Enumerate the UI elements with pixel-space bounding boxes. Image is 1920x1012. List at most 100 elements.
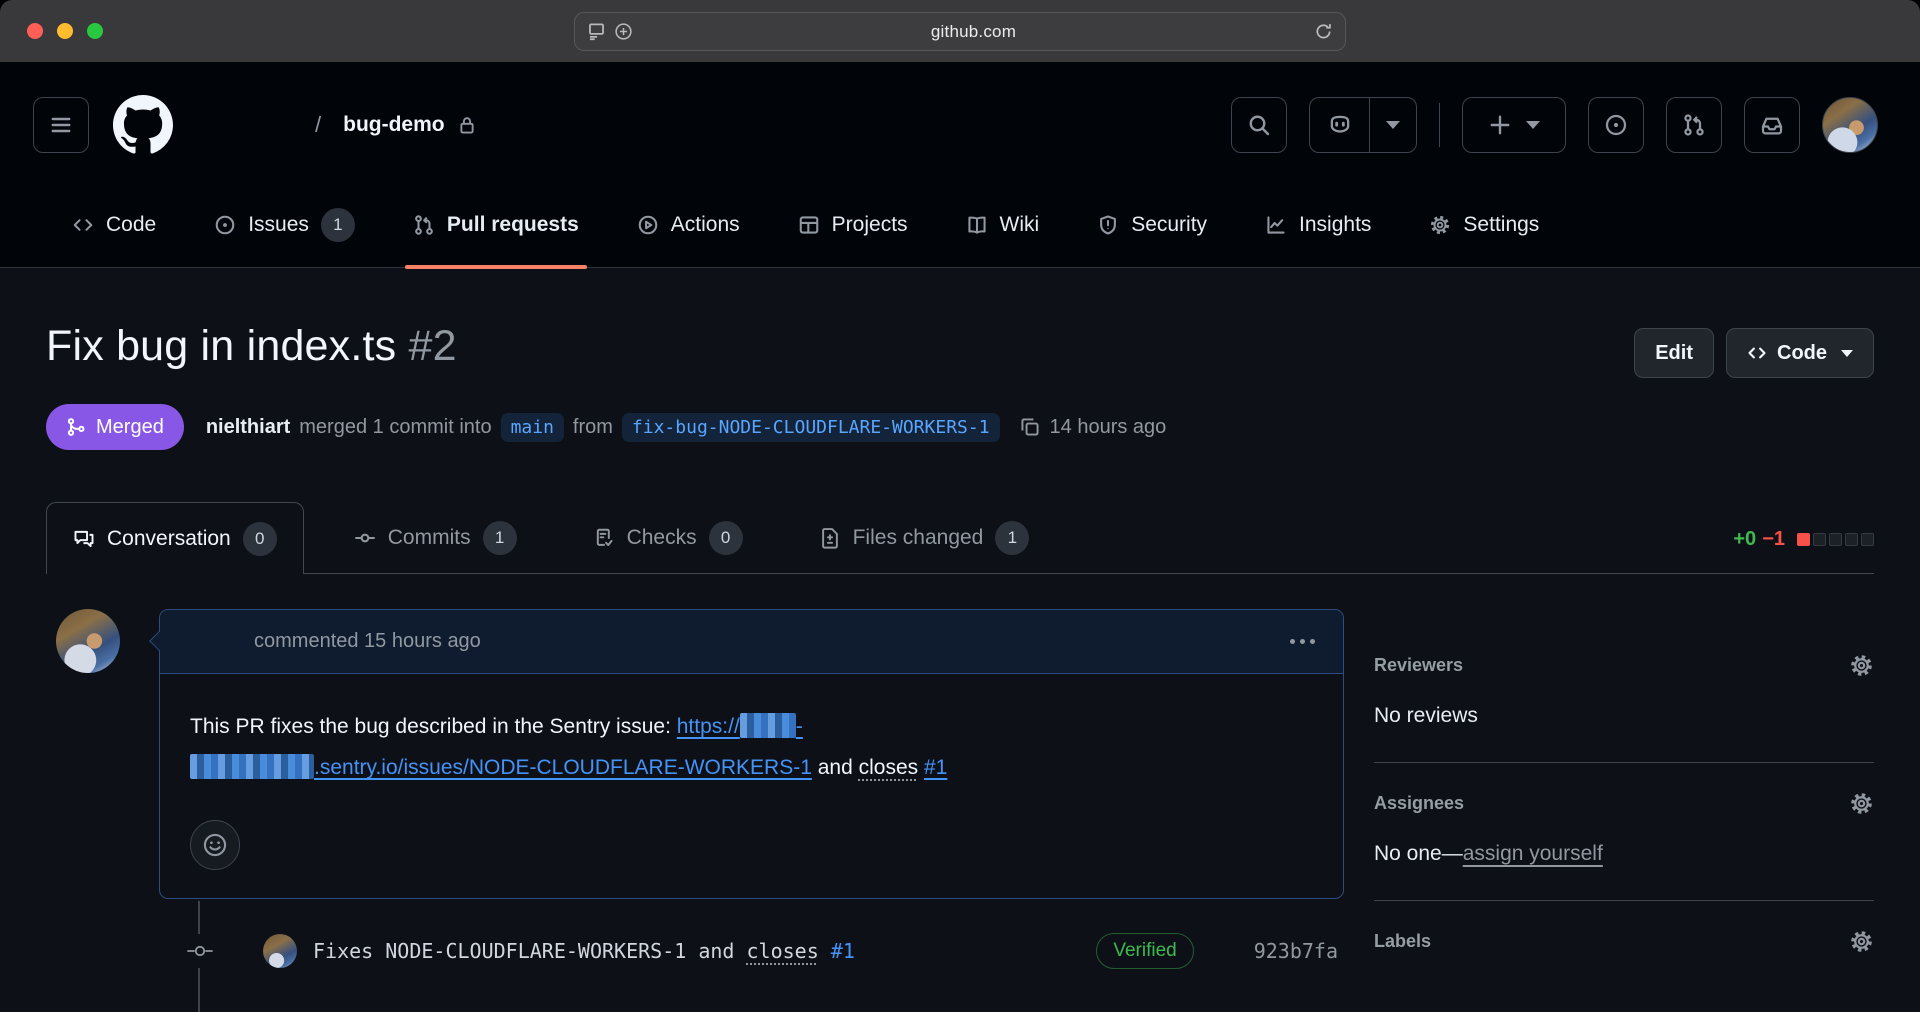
- head-branch-label[interactable]: fix-bug-NODE-CLOUDFLARE-WORKERS-1: [622, 413, 1000, 442]
- redacted-text-block: [740, 713, 796, 738]
- gear-icon: [1429, 214, 1451, 236]
- tab-label: Security: [1131, 213, 1207, 237]
- sentry-issue-link[interactable]: https://-: [677, 715, 803, 738]
- merged-status-badge: Merged: [46, 404, 184, 450]
- tab-files-changed[interactable]: Files changed 1: [793, 502, 1056, 573]
- table-icon: [798, 214, 820, 236]
- pr-title: Fix bug in index.ts #2: [46, 322, 457, 371]
- copy-icon[interactable]: [1019, 416, 1041, 438]
- zoom-window-button[interactable]: [87, 23, 103, 39]
- issue-1-link[interactable]: #1: [924, 756, 947, 779]
- comment-author-avatar[interactable]: [56, 609, 120, 673]
- gear-icon[interactable]: [1849, 929, 1874, 954]
- tab-wiki[interactable]: Wiki: [944, 182, 1062, 267]
- labels-section: Labels: [1374, 901, 1874, 988]
- github-logo[interactable]: [113, 95, 173, 155]
- gear-icon[interactable]: [1849, 791, 1874, 816]
- tab-issues[interactable]: Issues 1: [192, 182, 377, 267]
- code-icon: [72, 214, 94, 236]
- pull-requests-dashboard-button[interactable]: [1666, 97, 1722, 153]
- tab-commits[interactable]: Commits 1: [328, 502, 543, 573]
- browser-window: github.com / bug-demo: [0, 0, 1920, 1012]
- url-text[interactable]: github.com: [633, 22, 1314, 42]
- assign-yourself-link[interactable]: assign yourself: [1463, 842, 1603, 865]
- tab-code[interactable]: Code: [50, 182, 178, 267]
- tab-security[interactable]: Security: [1075, 182, 1229, 267]
- tab-checks[interactable]: Checks 0: [567, 502, 769, 573]
- header-divider: [1439, 103, 1440, 147]
- commit-message-link[interactable]: Fixes NODE-CLOUDFLARE-WORKERS-1 and clos…: [313, 939, 855, 963]
- conversation-timeline: commented 15 hours ago This PR fixes the…: [46, 609, 1344, 979]
- traffic-lights: [27, 23, 103, 39]
- gear-icon[interactable]: [1849, 653, 1874, 678]
- user-avatar[interactable]: [1822, 97, 1878, 153]
- book-icon: [966, 214, 988, 236]
- extension-plus-icon[interactable]: [614, 22, 633, 41]
- tab-settings[interactable]: Settings: [1407, 182, 1561, 267]
- edit-button[interactable]: Edit: [1634, 328, 1714, 378]
- base-branch-label[interactable]: main: [501, 413, 564, 442]
- tab-projects[interactable]: Projects: [776, 182, 930, 267]
- copilot-button[interactable]: [1310, 98, 1370, 152]
- tab-conversation[interactable]: Conversation 0: [46, 502, 304, 574]
- issue-1-link[interactable]: #1: [831, 939, 855, 963]
- minimize-window-button[interactable]: [57, 23, 73, 39]
- pr-sidebar: Reviewers No reviews Assignees No one—as…: [1374, 609, 1874, 988]
- diffstat-blocks: [1797, 533, 1874, 546]
- issues-dashboard-button[interactable]: [1588, 97, 1644, 153]
- tab-insights[interactable]: Insights: [1243, 182, 1393, 267]
- author-link[interactable]: nielthiart: [206, 416, 290, 439]
- diffstat-block: [1845, 533, 1858, 546]
- sentry-issue-link[interactable]: .sentry.io/issues/NODE-CLOUDFLARE-WORKER…: [190, 756, 812, 779]
- graph-icon: [1265, 214, 1287, 236]
- tab-actions[interactable]: Actions: [615, 182, 762, 267]
- tab-pull-requests[interactable]: Pull requests: [391, 182, 601, 267]
- verified-badge[interactable]: Verified: [1096, 933, 1193, 969]
- reader-view-icon[interactable]: [587, 22, 606, 41]
- play-circle-icon: [637, 214, 659, 236]
- commit-sha-link[interactable]: 923b7fa: [1254, 939, 1338, 963]
- link-text: .sentry.io/issues/NODE-CLOUDFLARE-WORKER…: [314, 756, 812, 779]
- tab-label: Checks: [627, 526, 697, 550]
- lock-icon: [457, 115, 477, 135]
- search-button[interactable]: [1231, 97, 1287, 153]
- git-pull-request-icon: [1682, 113, 1706, 137]
- create-new-button[interactable]: [1462, 97, 1566, 153]
- breadcrumb-separator: /: [315, 112, 321, 138]
- reviewers-title[interactable]: Reviewers: [1374, 655, 1463, 676]
- tab-label: Settings: [1463, 213, 1539, 237]
- inbox-icon: [1760, 113, 1784, 137]
- git-commit-icon: [185, 934, 215, 968]
- checklist-icon: [593, 527, 615, 549]
- address-bar[interactable]: github.com: [574, 12, 1346, 51]
- closes-keyword[interactable]: closes: [859, 756, 919, 779]
- inbox-button[interactable]: [1744, 97, 1800, 153]
- merge-sentence: nielthiart merged 1 commit into main fro…: [206, 413, 1167, 442]
- assignees-title[interactable]: Assignees: [1374, 793, 1464, 814]
- commits-count-badge: 1: [483, 521, 517, 555]
- tab-label: Code: [106, 213, 156, 237]
- add-reaction-button[interactable]: [190, 820, 240, 870]
- merge-action-text: merged 1 commit into: [299, 416, 491, 439]
- close-window-button[interactable]: [27, 23, 43, 39]
- deletions-count: −1: [1762, 528, 1785, 551]
- reload-icon[interactable]: [1314, 22, 1333, 41]
- labels-title[interactable]: Labels: [1374, 931, 1431, 952]
- hamburger-menu-button[interactable]: [33, 97, 89, 153]
- pr-description-comment: commented 15 hours ago This PR fixes the…: [46, 609, 1344, 899]
- diffstat-block: [1813, 533, 1826, 546]
- repo-name-link[interactable]: bug-demo: [343, 113, 444, 137]
- chevron-down-icon: [1526, 121, 1540, 129]
- chevron-down-icon: [1386, 121, 1400, 129]
- tab-label: Actions: [671, 213, 740, 237]
- commit-author-avatar[interactable]: [263, 934, 297, 968]
- additions-count: +0: [1733, 528, 1756, 551]
- copilot-dropdown-caret[interactable]: [1370, 98, 1416, 152]
- closes-keyword[interactable]: closes: [746, 939, 818, 963]
- tab-label: Files changed: [853, 526, 984, 550]
- plus-icon: [1488, 113, 1512, 137]
- redacted-text-block: [190, 754, 314, 779]
- code-dropdown-button[interactable]: Code: [1726, 328, 1874, 378]
- kebab-menu-icon[interactable]: [1290, 639, 1315, 644]
- tab-label: Wiki: [1000, 213, 1040, 237]
